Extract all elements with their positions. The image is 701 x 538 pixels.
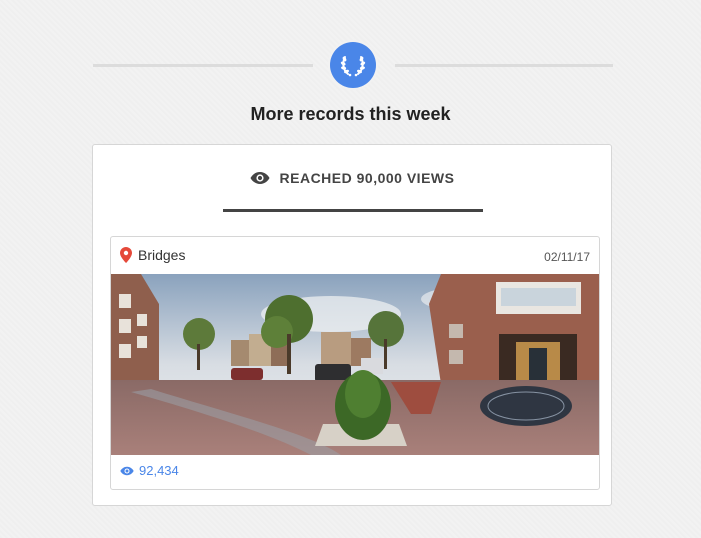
view-count: 92,434	[120, 463, 179, 478]
divider-left	[93, 64, 313, 67]
eye-icon	[250, 172, 270, 184]
divider-right	[395, 64, 613, 67]
records-card: REACHED 90,000 VIEWS Bridges 02/11/17 92…	[92, 144, 612, 506]
laurel-badge	[330, 42, 376, 88]
record-underline	[223, 209, 483, 212]
view-count-value: 92,434	[139, 463, 179, 478]
panorama-image	[111, 274, 599, 455]
record-heading: REACHED 90,000 VIEWS	[93, 170, 611, 186]
laurel-wreath-icon	[340, 56, 366, 77]
record-item[interactable]: Bridges 02/11/17 92,434	[110, 236, 600, 490]
record-date: 02/11/17	[544, 250, 590, 264]
page-title: More records this week	[250, 104, 451, 124]
record-title: REACHED 90,000 VIEWS	[279, 170, 455, 186]
map-pin-icon	[120, 247, 132, 263]
panorama-photo[interactable]	[111, 274, 599, 455]
location[interactable]: Bridges	[120, 247, 185, 263]
eye-icon	[120, 466, 134, 475]
location-name: Bridges	[138, 247, 186, 263]
